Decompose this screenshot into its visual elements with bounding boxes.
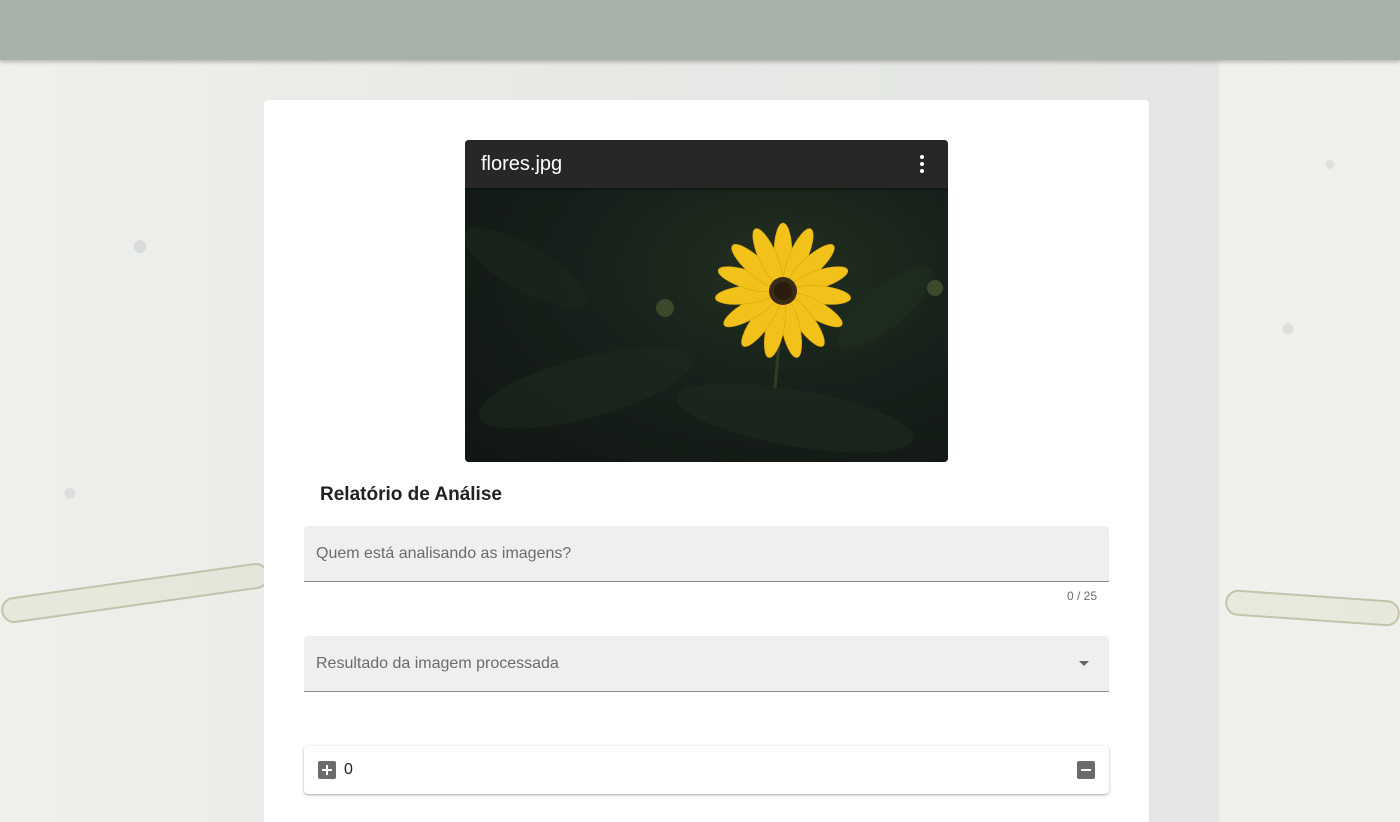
stepper-left-group: 0 [318, 761, 353, 779]
flower-illustration [465, 222, 943, 453]
character-counter: 0 / 25 [1066, 589, 1097, 603]
image-card-header: flores.jpg [465, 140, 948, 188]
image-filename: flores.jpg [481, 152, 563, 175]
analyst-name-input[interactable]: Quem está analisando as imagens? [304, 526, 1109, 582]
flower-photo [465, 188, 948, 462]
analyst-name-placeholder: Quem está analisando as imagens? [316, 544, 572, 562]
dropdown-caret-icon [1079, 661, 1089, 666]
result-select-label: Resultado da imagem processada [316, 654, 559, 672]
quantity-stepper: 0 [304, 746, 1109, 794]
main-card: flores.jpg Relatório de Análise Quem est… [264, 100, 1149, 822]
report-title: Relatório de Análise [320, 484, 502, 505]
minus-box-icon[interactable] [1077, 761, 1095, 779]
top-app-bar [0, 0, 1400, 60]
quantity-value: 0 [344, 761, 353, 778]
plus-box-icon[interactable] [318, 761, 336, 779]
image-card: flores.jpg [465, 140, 948, 462]
result-select[interactable]: Resultado da imagem processada [304, 636, 1109, 692]
more-vert-icon[interactable] [912, 152, 932, 176]
